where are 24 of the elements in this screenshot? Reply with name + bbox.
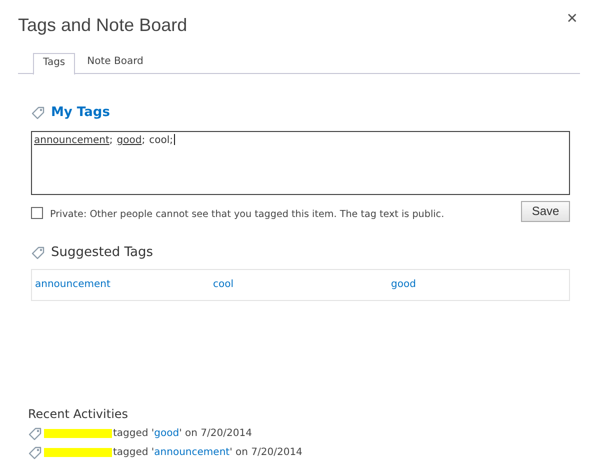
section-heading: Recent Activities [28,407,130,421]
suggested-tag-link[interactable]: announcement [35,279,110,290]
close-button[interactable]: ✕ [564,11,580,27]
tab[interactable]: Note Board [75,53,156,73]
tag-icon [28,446,42,460]
activity-text: tagged 'announcement' on 7/20/2014 [113,447,302,458]
tag-link[interactable]: announcement [154,447,230,458]
tag-icon [28,426,42,440]
tag-icon [31,246,45,260]
tag-input-field[interactable]: announcement; good; cool; [31,131,570,195]
private-label: Private: Other people cannot see that you tagged this item. The tag text is public. [50,208,446,220]
redaction-mark [44,429,112,438]
tag-icon [31,106,45,120]
window-title: Tags and Note Board [18,15,188,36]
suggested-tag-link[interactable]: cool [213,279,234,290]
section-heading: My Tags [51,105,110,120]
suggested-tag-link[interactable]: good [391,279,416,290]
redaction-mark [44,448,112,457]
section-heading: Suggested Tags [51,245,154,260]
tag-link[interactable]: good [154,428,180,439]
save-button[interactable]: Save [521,200,570,222]
activity-text: tagged 'good' on 7/20/2014 [113,428,252,439]
tab[interactable]: Tags [33,53,76,75]
private-checkbox[interactable] [31,207,43,219]
